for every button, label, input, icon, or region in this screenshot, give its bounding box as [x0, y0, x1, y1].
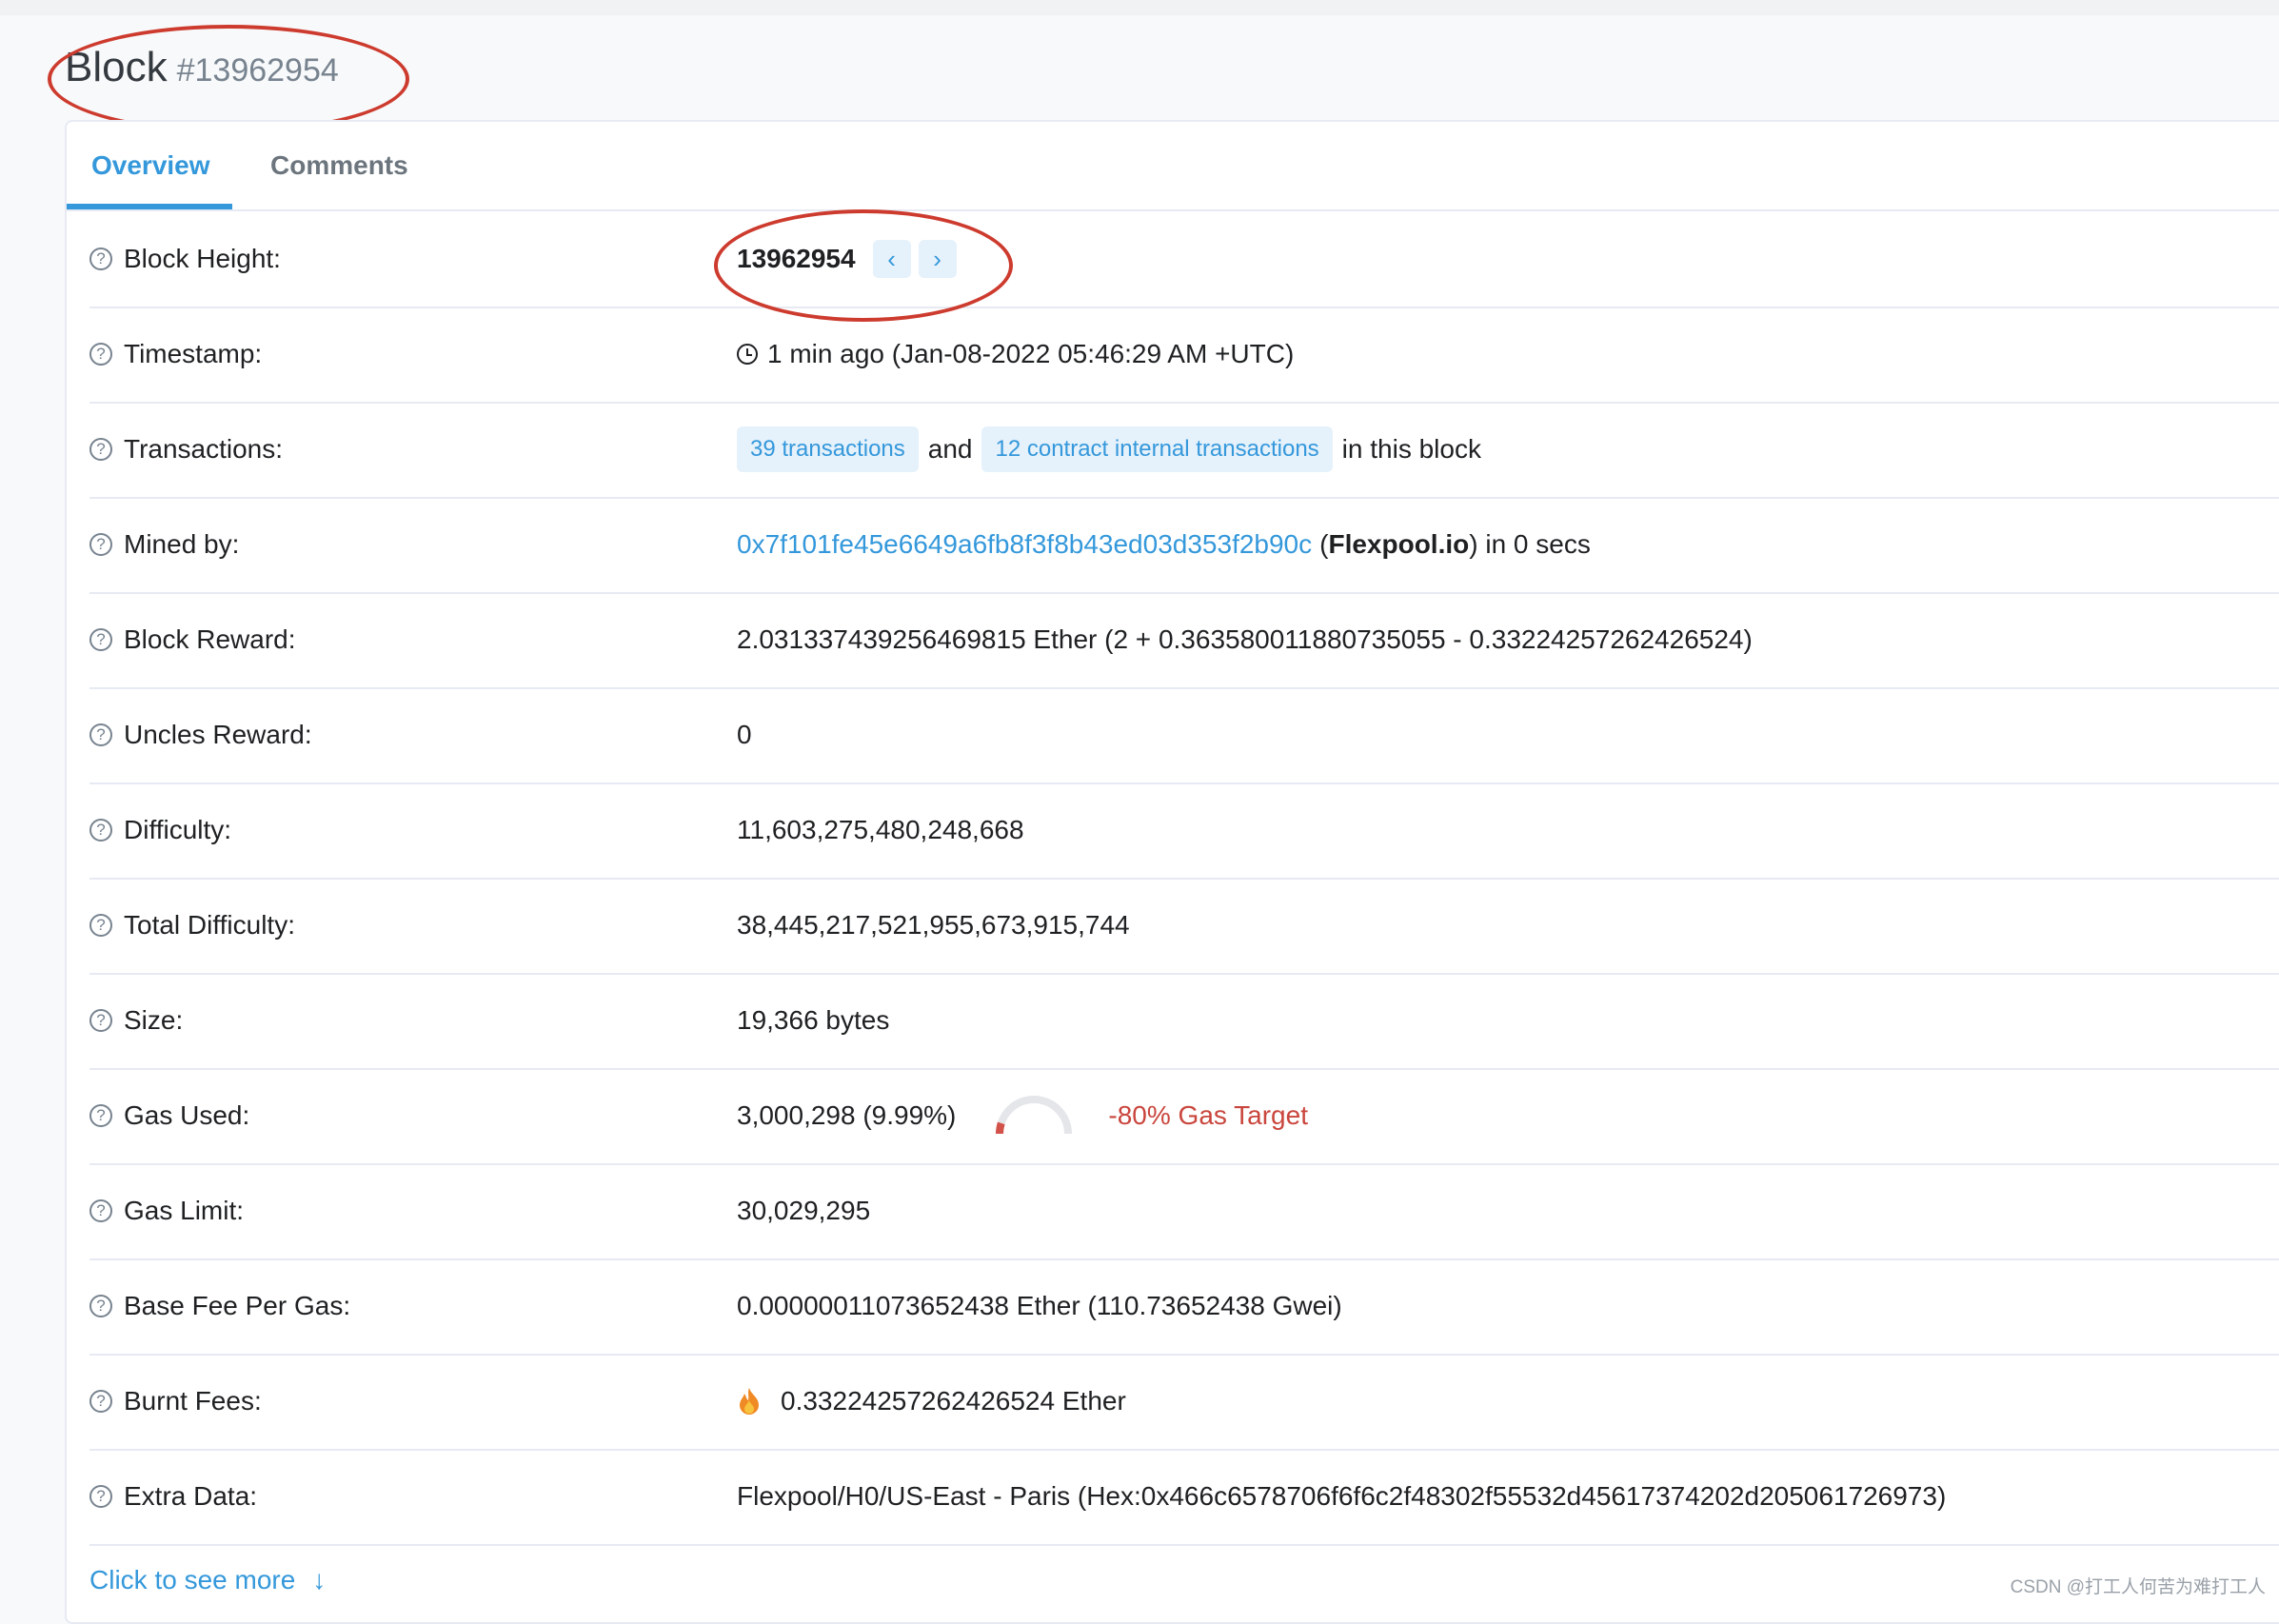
tab-comments[interactable]: Comments	[270, 122, 408, 209]
gauge-fill	[996, 1121, 1005, 1135]
row-uncles-reward: ? Uncles Reward: 0	[89, 687, 2279, 784]
clock-icon	[737, 344, 758, 365]
row-block-height: ? Block Height: 13962954 ‹ ›	[89, 211, 2279, 308]
row-label: Block Reward:	[124, 624, 296, 654]
row-burnt-fees: ? Burnt Fees: 0.33224257262426524 Ether	[89, 1354, 2279, 1451]
top-bar	[0, 0, 2279, 15]
annotation-circle-height	[714, 209, 1013, 322]
open-paren: (	[1319, 529, 1329, 559]
total-difficulty-value: 38,445,217,521,955,673,915,744	[737, 910, 1130, 940]
gas-gauge	[996, 1096, 1073, 1135]
help-icon[interactable]: ?	[89, 1104, 112, 1127]
block-reward-value: 2.031337439256469815 Ether (2 + 0.363580…	[737, 624, 1753, 654]
block-details-card: Overview Comments ? Block Height: 1396295…	[65, 120, 2279, 1624]
row-block-reward: ? Block Reward: 2.031337439256469815 Ethe…	[89, 592, 2279, 689]
watermark: CSDN @打工人何苦为难打工人	[2010, 1577, 2266, 1597]
help-icon[interactable]: ?	[89, 819, 112, 842]
help-icon[interactable]: ?	[89, 1390, 112, 1413]
row-label: Timestamp:	[124, 339, 263, 368]
row-size: ? Size: 19,366 bytes	[89, 973, 2279, 1070]
help-icon[interactable]: ?	[89, 438, 112, 461]
row-transactions: ? Transactions: 39 transactions and 12 co…	[89, 402, 2279, 499]
row-label: Gas Used:	[124, 1100, 250, 1130]
row-label: Mined by:	[124, 529, 240, 559]
gauge-track	[996, 1096, 1073, 1135]
row-divider-bottom	[89, 1449, 2279, 1546]
row-label: Difficulty:	[124, 815, 232, 844]
help-icon[interactable]: ?	[89, 628, 112, 651]
row-base-fee: ? Base Fee Per Gas: 0.00000011073652438 E…	[89, 1258, 2279, 1356]
arrow-down-icon: ↓	[312, 1565, 327, 1594]
fire-icon	[740, 1388, 759, 1415]
gas-used-value: 3,000,298 (9.99%)	[737, 1100, 957, 1130]
row-total-difficulty: ? Total Difficulty: 38,445,217,521,955,67…	[89, 878, 2279, 975]
help-icon[interactable]: ?	[89, 533, 112, 556]
row-label: Block Height:	[124, 244, 281, 273]
help-icon[interactable]: ?	[89, 914, 112, 937]
row-label: Uncles Reward:	[124, 720, 312, 749]
help-icon[interactable]: ?	[89, 1009, 112, 1032]
uncles-reward-value: 0	[737, 720, 752, 749]
gas-target-text: -80% Gas Target	[1108, 1100, 1308, 1130]
mined-suffix: ) in 0 secs	[1469, 529, 1591, 559]
see-more-link[interactable]: Click to see more ↓	[89, 1565, 326, 1595]
base-fee-value: 0.00000011073652438 Ether (110.73652438 …	[737, 1291, 1342, 1320]
help-icon[interactable]: ?	[89, 723, 112, 746]
help-icon[interactable]: ?	[89, 1295, 112, 1317]
miner-pool-name: Flexpool.io	[1328, 529, 1470, 559]
help-icon[interactable]: ?	[89, 248, 112, 270]
row-timestamp: ? Timestamp: 1 min ago (Jan-08-2022 05:46…	[89, 307, 2279, 404]
see-more-label: Click to see more	[89, 1565, 296, 1594]
timestamp-value: 1 min ago (Jan-08-2022 05:46:29 AM +UTC)	[767, 339, 1295, 368]
tab-bar: Overview Comments	[67, 122, 2279, 211]
row-label: Transactions:	[124, 434, 284, 464]
transactions-link[interactable]: 39 transactions	[737, 426, 919, 472]
help-icon[interactable]: ?	[89, 343, 112, 366]
row-difficulty: ? Difficulty: 11,603,275,480,248,668	[89, 782, 2279, 880]
burnt-fees-value: 0.33224257262426524 Ether	[781, 1386, 1126, 1416]
row-gas-used: ? Gas Used: 3,000,298 (9.99%) -80% Gas Ta…	[89, 1068, 2279, 1165]
annotation-circle-title	[48, 25, 409, 133]
help-icon[interactable]: ?	[89, 1199, 112, 1222]
tab-overview[interactable]: Overview	[91, 122, 210, 209]
row-label: Base Fee Per Gas:	[124, 1291, 351, 1320]
and-text: and	[927, 434, 973, 464]
miner-address-link[interactable]: 0x7f101fe45e6649a6fb8f3f8b43ed03d353f2b9…	[737, 529, 1312, 560]
difficulty-value: 11,603,275,480,248,668	[737, 815, 1024, 844]
size-value: 19,366 bytes	[737, 1005, 890, 1035]
internal-transactions-link[interactable]: 12 contract internal transactions	[981, 426, 1333, 472]
gas-limit-value: 30,029,295	[737, 1196, 871, 1225]
row-gas-limit: ? Gas Limit: 30,029,295	[89, 1163, 2279, 1260]
transactions-suffix: in this block	[1341, 434, 1481, 464]
row-label: Gas Limit:	[124, 1196, 245, 1225]
row-label: Total Difficulty:	[124, 910, 295, 940]
active-tab-indicator	[67, 204, 232, 209]
row-label: Size:	[124, 1005, 184, 1035]
row-mined-by: ? Mined by: 0x7f101fe45e6649a6fb8f3f8b43e…	[89, 497, 2279, 594]
row-label: Burnt Fees:	[124, 1386, 262, 1416]
